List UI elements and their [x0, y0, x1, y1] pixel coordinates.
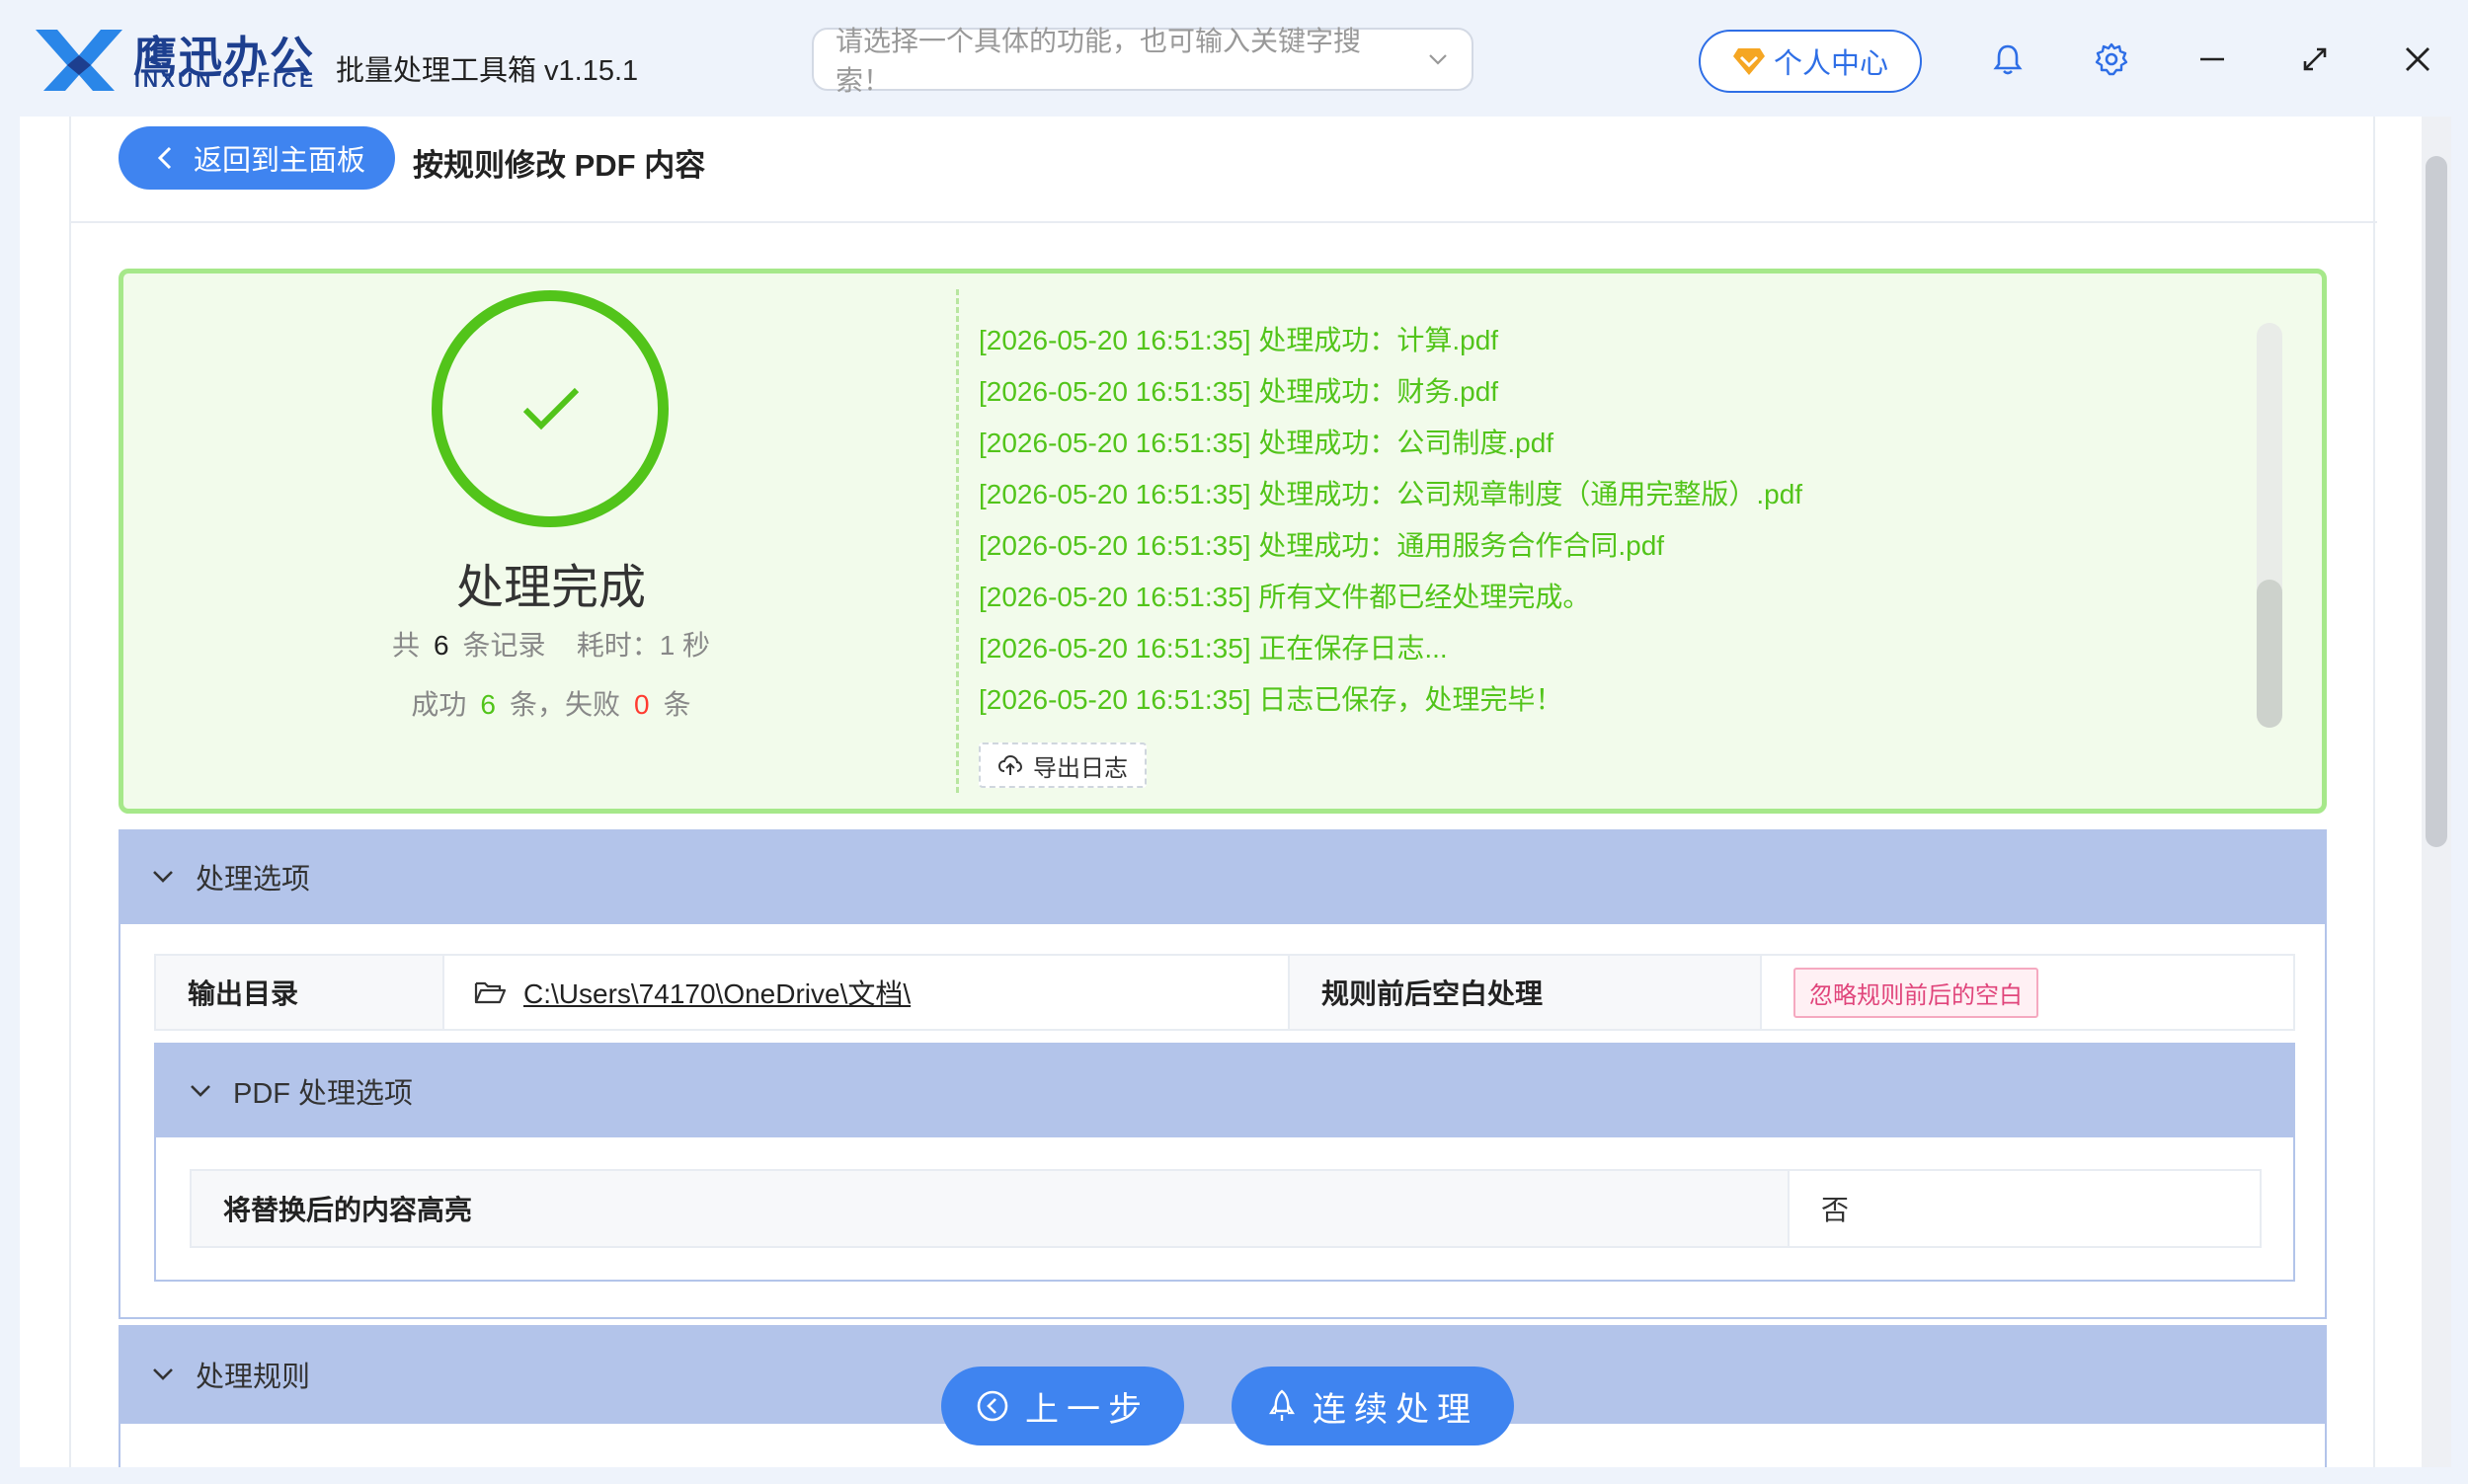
chevron-down-icon [153, 871, 173, 883]
app-title: 批量处理工具箱 v1.15.1 [336, 55, 639, 87]
content-area: 返回到主面板 按规则修改 PDF 内容 处理完成 共 6 条记录 耗时：1 秒 成功… [69, 117, 2377, 1467]
chevron-down-icon [1429, 54, 1447, 65]
back-label: 返回到主面板 [194, 145, 366, 177]
maximize-icon[interactable] [2297, 41, 2333, 77]
total-prefix: 共 [391, 630, 420, 661]
pdf-options-subsection: PDF 处理选项 将替换后的内容高亮 否 [154, 1043, 2295, 1282]
log-line: [2026-05-20 16:51:35] 处理成功：通用服务合作合同.pdf [979, 530, 1665, 561]
close-icon[interactable] [2400, 41, 2435, 77]
log-line: [2026-05-20 16:51:35] 处理成功：公司制度.pdf [979, 428, 1554, 458]
log-line: [2026-05-20 16:51:35] 处理成功：计算.pdf [979, 325, 1499, 355]
whitespace-label: 规则前后空白处理 [1290, 956, 1762, 1029]
success-count: 6 [480, 689, 496, 720]
search-placeholder: 请选择一个具体的功能，也可输入关键字搜索！ [836, 26, 1362, 96]
title-bar: 鹰迅办公 INXUN OFFICE 批量处理工具箱 v1.15.1 请选择一个具… [0, 0, 2468, 117]
pdf-options-title: PDF 处理选项 [233, 1078, 414, 1110]
total-count: 6 [433, 630, 449, 661]
output-dir-link[interactable]: C:\Users\74170\OneDrive\文档\ [523, 973, 911, 1012]
brand-name-en: INXUN OFFICE [134, 69, 317, 92]
page-header: 返回到主面板 按规则修改 PDF 内容 [71, 117, 2377, 223]
inxun-logo-icon [36, 30, 122, 91]
diamond-icon [1732, 48, 1765, 75]
rules-section-title: 处理规则 [196, 1362, 311, 1393]
fail-label: 条，失败 [509, 689, 620, 720]
chevron-down-icon [191, 1085, 210, 1097]
highlight-label: 将替换后的内容高亮 [192, 1171, 1790, 1246]
log-scrollbar[interactable] [2257, 323, 2282, 728]
main-card: 返回到主面板 按规则修改 PDF 内容 处理完成 共 6 条记录 耗时：1 秒 成功… [20, 117, 2441, 1467]
continue-processing-button[interactable]: 连续处理 [1232, 1367, 1514, 1445]
log-line: [2026-05-20 16:51:35] 日志已保存，处理完毕！ [979, 684, 1563, 715]
log-list: [2026-05-20 16:51:35] 处理成功：计算.pdf [2026-… [979, 319, 2263, 730]
record-stats: 共 6 条记录 耗时：1 秒 [321, 624, 781, 664]
gear-icon[interactable] [2094, 41, 2129, 77]
whitespace-tag: 忽略规则前后的空白 [1793, 967, 2038, 1018]
search-input[interactable]: 请选择一个具体的功能，也可输入关键字搜索！ [812, 26, 1473, 96]
result-panel: 处理完成 共 6 条记录 耗时：1 秒 成功 6 条，失败 0 条 [2026-05-20 … [119, 269, 2327, 814]
continue-processing-label: 连续处理 [1313, 1390, 1478, 1429]
output-dir-label: 输出目录 [156, 956, 444, 1029]
checkmark-icon [522, 387, 580, 430]
minimize-icon[interactable] [2194, 41, 2230, 77]
whitespace-cell: 忽略规则前后的空白 [1762, 956, 2293, 1029]
rocket-icon [1269, 1389, 1295, 1421]
user-center-button[interactable]: 个人中心 [1699, 30, 1922, 93]
options-section-body: 输出目录 C:\Users\74170\OneDrive\文档\ 规则前后空白处… [119, 924, 2327, 1319]
page-scrollbar[interactable] [2422, 117, 2451, 1467]
bell-icon[interactable] [1990, 41, 2026, 77]
success-fail-stats: 成功 6 条，失败 0 条 [321, 683, 781, 723]
pdf-options-table: 将替换后的内容高亮 否 [190, 1169, 2262, 1248]
total-suffix: 条记录 [462, 630, 546, 661]
log-scroll-thumb[interactable] [2257, 580, 2282, 728]
log-line: [2026-05-20 16:51:35] 处理成功：财务.pdf [979, 376, 1499, 407]
rules-section-body [119, 1424, 2327, 1467]
output-dir-cell: C:\Users\74170\OneDrive\文档\ [444, 956, 1290, 1029]
log-line: [2026-05-20 16:51:35] 正在保存日志... [979, 633, 1448, 664]
previous-step-button[interactable]: 上一步 [941, 1367, 1184, 1445]
export-log-button[interactable]: 导出日志 [979, 742, 1147, 788]
fail-suffix: 条 [663, 689, 691, 720]
log-line: [2026-05-20 16:51:35] 所有文件都已经处理完成。 [979, 582, 1591, 612]
success-ring [432, 290, 669, 527]
pdf-options-header[interactable]: PDF 处理选项 [156, 1045, 2293, 1137]
back-to-main-button[interactable]: 返回到主面板 [119, 126, 395, 190]
fail-count: 0 [634, 689, 650, 720]
chevron-left-icon [157, 146, 172, 170]
highlight-value: 否 [1821, 1195, 1850, 1225]
page-title: 按规则修改 PDF 内容 [413, 148, 706, 183]
chevron-left-circle-icon [977, 1390, 1008, 1422]
folder-open-icon [474, 981, 506, 1004]
panel-divider [956, 289, 959, 793]
export-log-label: 导出日志 [1033, 754, 1128, 782]
result-title: 处理完成 [455, 562, 646, 614]
success-label: 成功 [411, 689, 467, 720]
options-table: 输出目录 C:\Users\74170\OneDrive\文档\ 规则前后空白处… [154, 954, 2295, 1031]
cloud-upload-icon [997, 754, 1023, 775]
rules-section-header[interactable]: 处理规则 [119, 1325, 2327, 1424]
elapsed-time: 耗时：1 秒 [576, 630, 711, 661]
previous-step-label: 上一步 [1025, 1390, 1150, 1429]
page-scroll-thumb[interactable] [2426, 156, 2447, 847]
options-section-title: 处理选项 [196, 864, 311, 896]
log-line: [2026-05-20 16:51:35] 处理成功：公司规章制度（通用完整版）… [979, 479, 1803, 509]
options-section-header[interactable]: 处理选项 [119, 829, 2327, 924]
chevron-down-icon [153, 1368, 173, 1380]
user-center-label: 个人中心 [1773, 48, 1888, 80]
